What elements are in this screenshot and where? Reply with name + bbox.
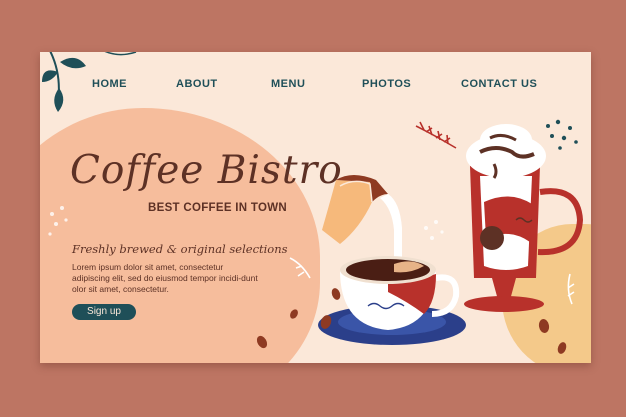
sign-up-button[interactable]: Sign up xyxy=(72,304,136,320)
page-subtitle: BEST COFFEE IN TOWN xyxy=(148,202,288,214)
latte-glass-icon xyxy=(464,124,584,312)
top-navigation: HOME ABOUT MENU PHOTOS CONTACT US xyxy=(40,78,591,98)
dots-decoration xyxy=(546,119,578,150)
page-title: Coffee Bistro xyxy=(70,148,343,193)
nav-home[interactable]: HOME xyxy=(92,78,127,90)
tagline: Freshly brewed & original selections xyxy=(72,242,288,256)
landing-page-card: HOME ABOUT MENU PHOTOS CONTACT US Coffee… xyxy=(40,52,591,363)
nav-photos[interactable]: PHOTOS xyxy=(362,78,411,90)
description-text: Lorem ipsum dolor sit amet, consectetur … xyxy=(72,262,258,294)
sprig-icon xyxy=(415,121,457,149)
nav-contact-us[interactable]: CONTACT US xyxy=(461,78,537,90)
nav-menu[interactable]: MENU xyxy=(271,78,305,90)
nav-about[interactable]: ABOUT xyxy=(176,78,218,90)
